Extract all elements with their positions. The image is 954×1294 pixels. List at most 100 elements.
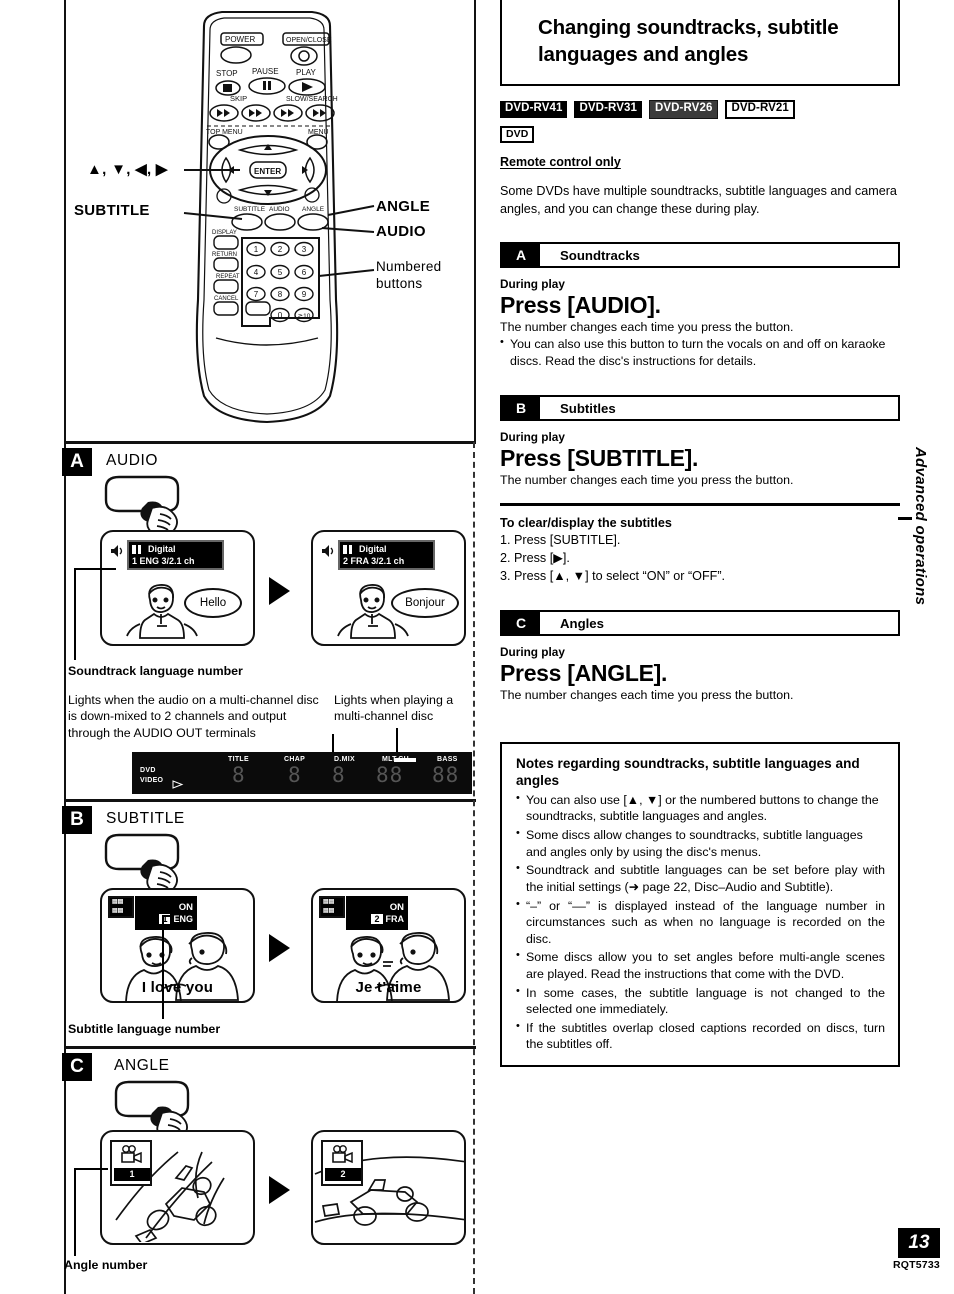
notes-box: Notes regarding soundtracks, subtitle la… [500, 742, 900, 1067]
dolby-digital-logo-icon [132, 544, 145, 554]
dmix-leader [332, 734, 334, 752]
caption-leader-horizontal-a [74, 568, 116, 570]
callout-subtitle-button: SUBTITLE [74, 202, 150, 219]
caption-leader-horizontal-c [74, 1168, 108, 1170]
svg-text:5: 5 [278, 268, 283, 277]
svg-text:8: 8 [278, 290, 283, 299]
remote-control-illustration: POWER OPEN/CLOSE STOP PAUSE PLAY SKIP SL… [183, 10, 375, 424]
fdp-label-chap: CHAP [284, 756, 306, 763]
svg-text:ENTER: ENTER [254, 167, 281, 176]
model-badge-rv21: DVD-RV21 [725, 100, 795, 119]
note-item: You can also use [▲, ▼] or the numbered … [516, 791, 885, 825]
bullet-karaoke: You can also use this button to turn the… [500, 335, 900, 369]
during-play-c: During play [500, 645, 565, 660]
svg-text:ANGLE: ANGLE [302, 206, 325, 213]
section-header-angles: C Angles [500, 610, 900, 637]
svg-text:SKIP: SKIP [230, 94, 247, 103]
press-subtitle-heading: Press [SUBTITLE]. [500, 445, 699, 472]
panel-c-caption: Angle number [64, 1258, 148, 1272]
page-title: Changing soundtracks, subtitle languages… [538, 16, 839, 67]
page-number: 13 [898, 1228, 940, 1258]
caption-leader-vertical-a [74, 568, 76, 660]
notes-list: You can also use [▲, ▼] or the numbered … [516, 791, 885, 1053]
press-angle-heading: Press [ANGLE]. [500, 660, 668, 687]
fdp-label-dvd: DVD [140, 767, 156, 774]
document-code: RQT5733 [893, 1259, 940, 1271]
transition-arrow-b [269, 934, 290, 962]
svg-text:2: 2 [278, 245, 283, 254]
note-item: If the subtitles overlap closed captions… [516, 1019, 885, 1053]
angle-badge: 1 [110, 1140, 152, 1186]
during-play-b: During play [500, 430, 565, 445]
panel-a-speech-1: Hello [184, 588, 242, 618]
svg-text:9: 9 [302, 290, 307, 299]
panel-b-button-label: SUBTITLE [106, 810, 185, 827]
panel-c-letter-tag: C [62, 1053, 92, 1081]
svg-text:CANCEL: CANCEL [214, 296, 239, 302]
press-audio-heading: Press [AUDIO]. [500, 292, 661, 319]
camera-icon [332, 1145, 353, 1164]
play-indicator-icon [172, 780, 184, 789]
svg-text:1: 1 [254, 245, 259, 254]
note-item: Some discs allow changes to soundtracks,… [516, 826, 885, 860]
svg-text:MENU: MENU [308, 129, 329, 136]
fdp-segment-bass: 88 [432, 763, 460, 787]
model-badge-row: DVD-RV41 DVD-RV31 DVD-RV26 DVD-RV21 [500, 100, 900, 119]
side-tab-tick [898, 517, 912, 520]
model-badge-rv31: DVD-RV31 [574, 101, 642, 118]
svg-text:SUBTITLE: SUBTITLE [234, 206, 266, 213]
panel-c-screen-before: 1 [100, 1130, 255, 1245]
notes-heading: Notes regarding soundtracks, subtitle la… [516, 756, 860, 789]
section-letter-a: A [502, 244, 540, 267]
soundtracks-bullets: You can also use this button to turn the… [500, 335, 900, 369]
svg-text:PLAY: PLAY [296, 68, 317, 77]
panel-a-osd-bottom-1: 1 ENG 3/2.1 ch [132, 556, 195, 566]
dolby-digital-logo-icon [343, 544, 356, 554]
panel-c-angle-num-1: 1 [114, 1168, 150, 1181]
page-title-box: Changing soundtracks, subtitle languages… [500, 0, 900, 87]
during-play-a: During play [500, 277, 565, 292]
press-audio-subline: The number changes each time you press t… [500, 320, 794, 335]
svg-text:0: 0 [278, 311, 283, 320]
fdp-label-dmix: D.MIX [334, 756, 355, 763]
note-item: “–” or “––” is displayed instead of the … [516, 897, 885, 948]
manual-page: POWER OPEN/CLOSE STOP PAUSE PLAY SKIP SL… [0, 0, 954, 1294]
panel-a-note-dmix: Lights when the audio on a multi-channel… [68, 693, 319, 740]
panel-b-osd-lang-2: FRA [385, 914, 405, 924]
callout-numbered-buttons: Numbered buttons [376, 259, 442, 292]
subtitle-icon: ▤▤ ▤▤ [108, 896, 134, 918]
svg-text:TOP MENU: TOP MENU [206, 129, 243, 136]
media-badge-row: DVD [500, 125, 900, 144]
panel-a-osd-bottom-2: 2 FRA 3/2.1 ch [343, 556, 405, 566]
panel-a-osd-top-1: Digital [148, 544, 176, 554]
panel-c-button-label: ANGLE [114, 1057, 170, 1074]
svg-text:OPEN/CLOSE: OPEN/CLOSE [286, 37, 332, 44]
section-letter-c: C [502, 612, 540, 635]
panel-b-subtitle-1: I love you [141, 979, 214, 996]
note-item: Some discs allow you to set angles befor… [516, 948, 885, 982]
svg-text:6: 6 [302, 268, 307, 277]
section-header-soundtracks: A Soundtracks [500, 242, 900, 269]
front-display-panel: DVD VIDEO TITLE CHAP D.MIX MLT.CH BASS 8… [132, 752, 472, 794]
caption-leader-vertical-c [74, 1168, 76, 1256]
panel-b-osd-num-2: 2 [371, 914, 383, 924]
press-subtitle-subline: The number changes each time you press t… [500, 473, 794, 488]
speaker-icon [111, 545, 123, 557]
svg-text:SLOW/SEARCH: SLOW/SEARCH [286, 96, 338, 103]
panel-b-caption: Subtitle language number [68, 1022, 221, 1036]
speaker-icon [322, 545, 334, 557]
note-item: Soundtrack and subtitle languages can be… [516, 861, 885, 895]
panel-b-screen-after: ▤▤ ▤▤ ON 2 FRA Je t’aime [311, 888, 466, 1003]
svg-text:3: 3 [302, 245, 307, 254]
fdp-label-title: TITLE [228, 756, 249, 763]
clear-display-subtitles-title: To clear/display the subtitles [500, 516, 672, 531]
transition-arrow-a [269, 577, 290, 605]
note-item: In some cases, the subtitle language is … [516, 984, 885, 1018]
section-header-subtitles: B Subtitles [500, 395, 900, 422]
fdp-segment-mltch: 88 [376, 763, 404, 787]
section-name-soundtracks: Soundtracks [560, 247, 640, 263]
intro-paragraph: Some DVDs have multiple soundtracks, sub… [500, 184, 897, 216]
section-letter-b: B [502, 397, 540, 420]
media-badge-dvd: DVD [500, 125, 535, 144]
svg-text:STOP: STOP [216, 69, 238, 78]
